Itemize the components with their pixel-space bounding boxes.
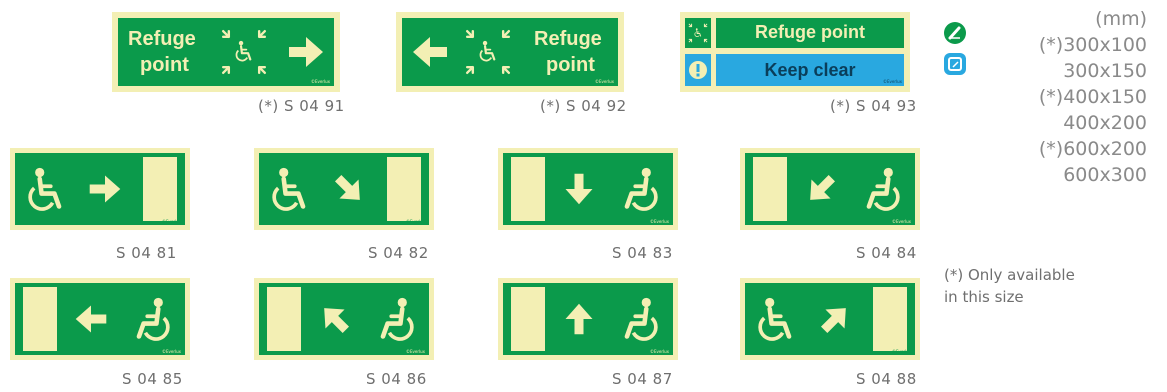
sign-panel: ©Everlux (503, 283, 673, 355)
door-icon (753, 157, 787, 221)
arrow-right-icon (89, 175, 121, 203)
arrow-down-right-icon (328, 168, 370, 210)
arrow-up-right-icon (814, 298, 856, 340)
sign-code: (*) S 04 91 (258, 97, 345, 115)
sign-panel: ©Everlux (503, 153, 673, 225)
brand-mark: ©Everlux (649, 349, 669, 354)
sign-blue-box: Keep clear (716, 54, 904, 86)
sign-text-box: Refuge point (716, 18, 904, 48)
arrow-up-icon (565, 303, 593, 335)
sign-row-1: Refuge point (755, 22, 865, 42)
sign-icon-box (685, 18, 711, 48)
sign-code: S 04 81 (116, 244, 177, 262)
arrow-down-icon (565, 173, 593, 205)
brand-mark: ©Everlux (594, 79, 614, 84)
size-option: (*)600x200 (1038, 138, 1147, 160)
sign-panel: ©Everlux (745, 153, 915, 225)
sign-panel: ©Everlux (259, 153, 429, 225)
refuge-sign-0493: Refuge point Keep clear ©Everlux (680, 12, 910, 92)
brand-mark: ©Everlux (310, 79, 330, 84)
door-icon (143, 157, 177, 221)
brand-mark: ©Everlux (405, 349, 425, 354)
wheelchair-sign-0481: ©Everlux (10, 148, 190, 230)
size-option: (*)400x150 (1038, 86, 1147, 108)
size-option: 400x200 (1063, 112, 1147, 134)
brand-mark: ©Everlux (891, 349, 911, 354)
brand-mark: ©Everlux (882, 79, 902, 84)
door-icon (387, 157, 421, 221)
wheelchair-icon (269, 166, 315, 212)
arrow-right-icon (289, 37, 323, 67)
assembly-wheelchair-icon (219, 27, 269, 77)
wheelchair-sign-0486: ©Everlux (254, 278, 434, 360)
door-icon (511, 157, 545, 221)
wheelchair-icon (127, 296, 173, 342)
sign-word-1: Refuge (128, 28, 196, 50)
wheelchair-icon (615, 296, 661, 342)
refuge-sign-9491: Refuge point ©Everlux (112, 12, 340, 92)
wheelchair-sign-0487: ©Everlux (498, 278, 678, 360)
arrow-left-icon (413, 37, 447, 67)
sign-panel: Refuge point ©Everlux (118, 18, 334, 86)
door-icon (873, 287, 907, 351)
brand-mark: ©Everlux (161, 219, 181, 224)
size-option: 300x150 (1063, 60, 1147, 82)
arrow-left-icon (75, 305, 107, 333)
sign-code: (*) S 04 92 (540, 97, 627, 115)
exclamation-icon (689, 61, 707, 79)
wheelchair-icon (25, 166, 71, 212)
sign-word-1: Refuge (534, 28, 602, 50)
sign-code: (*) S 04 93 (830, 97, 917, 115)
wheelchair-sign-0488: ©Everlux (740, 278, 920, 360)
arrow-up-left-icon (314, 298, 356, 340)
footnote: (*) Only available in this size (944, 264, 1075, 308)
brand-mark: ©Everlux (649, 219, 669, 224)
brand-mark: ©Everlux (161, 349, 181, 354)
wheelchair-icon (755, 296, 801, 342)
door-icon (267, 287, 301, 351)
brand-mark: ©Everlux (405, 219, 425, 224)
size-option: 600x300 (1063, 164, 1147, 186)
sign-code: S 04 86 (366, 370, 427, 388)
assembly-wheelchair-icon (463, 27, 513, 77)
rigid-plate-icon (948, 57, 962, 71)
size-option: (*)300x100 (1038, 34, 1147, 56)
sign-code: S 04 84 (856, 244, 917, 262)
size-unit: (mm) (1095, 8, 1147, 30)
notice-icon-box (685, 54, 711, 86)
door-icon (23, 287, 57, 351)
brand-mark: ©Everlux (891, 219, 911, 224)
wheelchair-icon (857, 166, 903, 212)
wheelchair-sign-0484: ©Everlux (740, 148, 920, 230)
wheelchair-sign-0482: ©Everlux (254, 148, 434, 230)
photoluminescent-badge (944, 22, 966, 44)
sign-word-2: point (140, 54, 189, 76)
refuge-sign-0492: Refuge point ©Everlux (396, 12, 624, 92)
photoluminescent-icon (948, 26, 961, 40)
sign-code: S 04 82 (368, 244, 429, 262)
sign-panel: ©Everlux (15, 153, 185, 225)
sign-panel: Refuge point ©Everlux (402, 18, 618, 86)
sign-word-2: point (546, 54, 595, 76)
sign-code: S 04 88 (856, 370, 917, 388)
sign-code: S 04 85 (122, 370, 183, 388)
wheelchair-icon (615, 166, 661, 212)
sign-code: S 04 87 (612, 370, 673, 388)
wheelchair-icon (371, 296, 417, 342)
door-icon (511, 287, 545, 351)
sign-panel: ©Everlux (259, 283, 429, 355)
footnote-line-1: (*) Only available (944, 266, 1075, 284)
sign-panel: ©Everlux (745, 283, 915, 355)
rigid-plate-badge (944, 53, 966, 75)
arrow-down-left-icon (800, 168, 842, 210)
sign-row-2: Keep clear (764, 60, 856, 80)
assembly-wheelchair-icon (687, 22, 709, 44)
wheelchair-sign-0483: ©Everlux (498, 148, 678, 230)
sign-panel: ©Everlux (15, 283, 185, 355)
sign-code: S 04 83 (612, 244, 673, 262)
footnote-line-2: in this size (944, 288, 1024, 306)
wheelchair-sign-0485: ©Everlux (10, 278, 190, 360)
